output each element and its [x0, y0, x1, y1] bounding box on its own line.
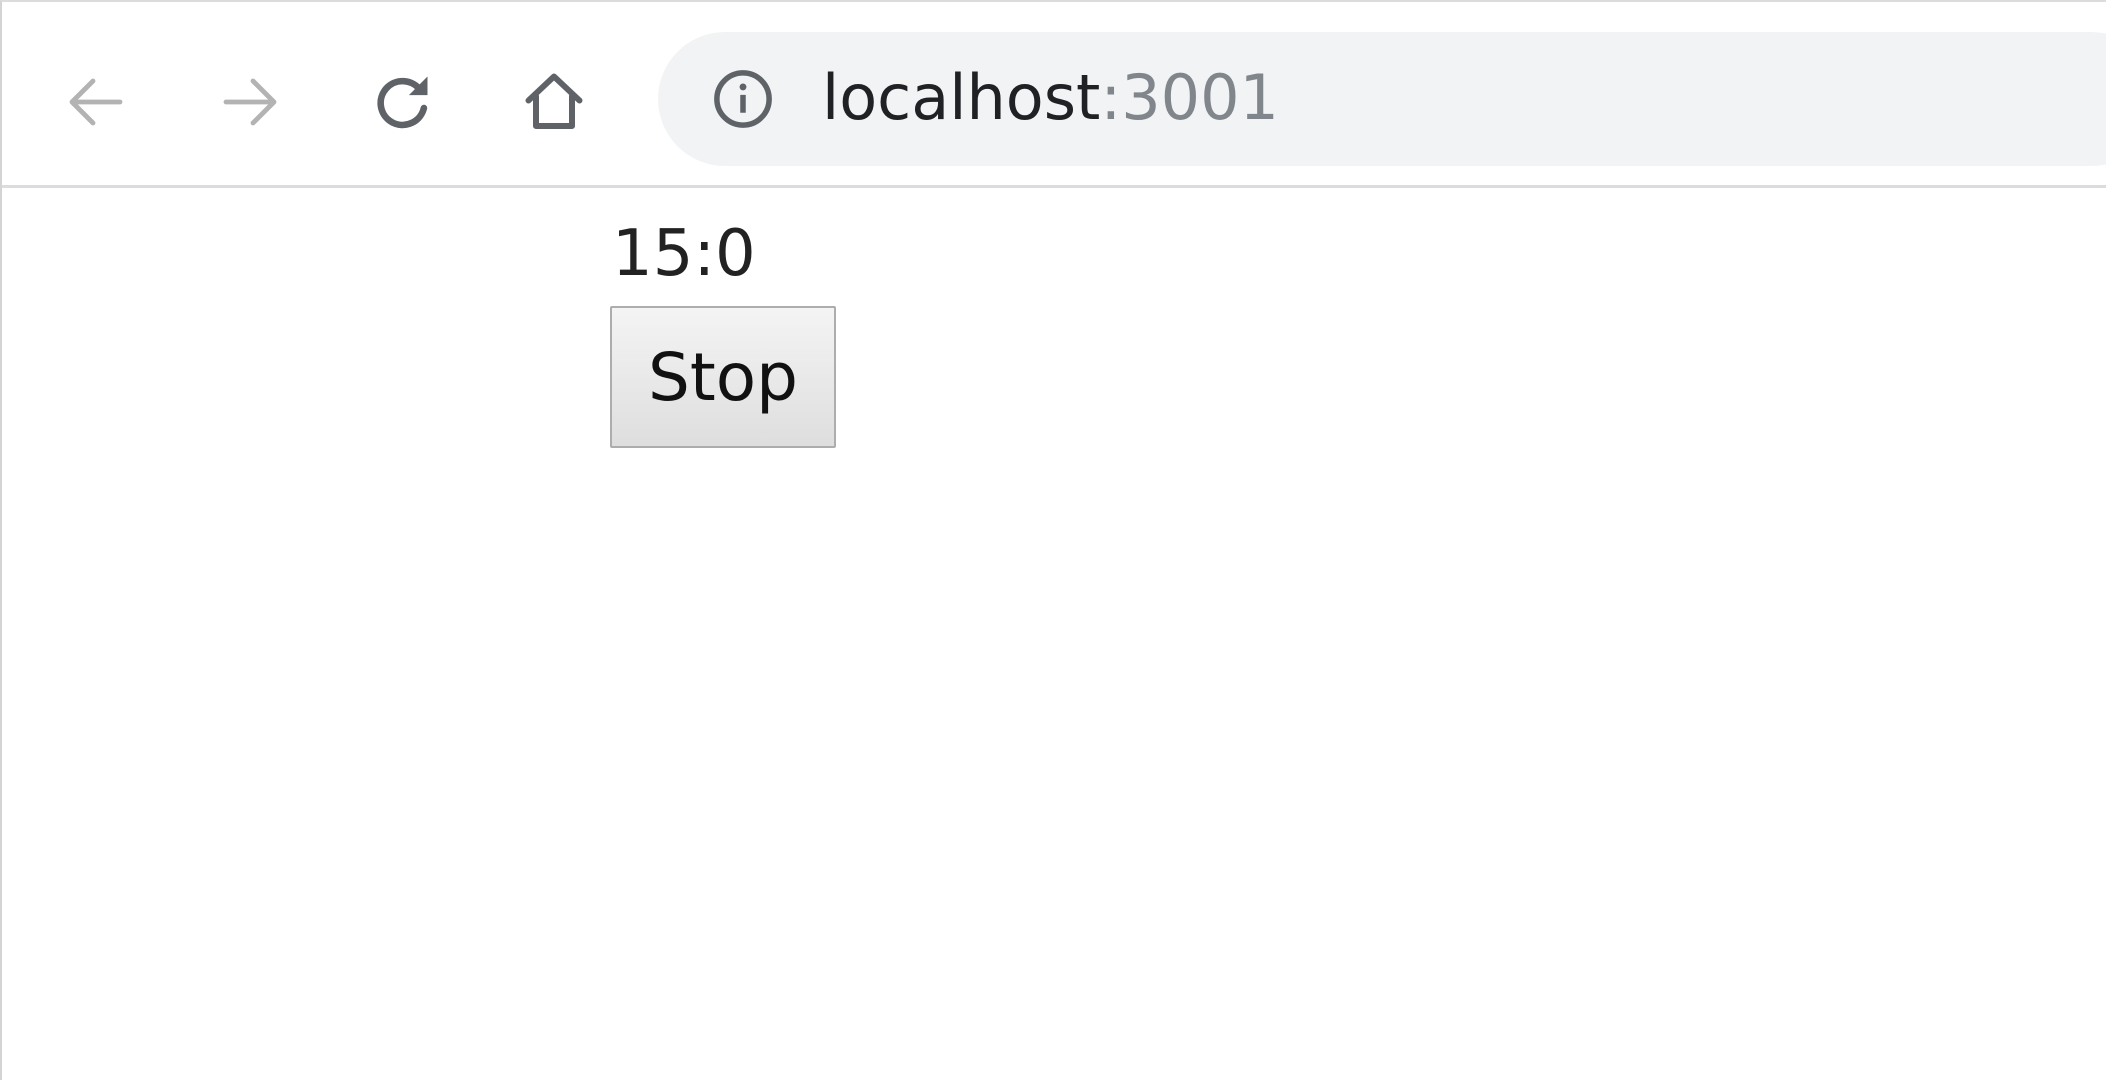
arrow-right-icon	[223, 78, 277, 126]
url-host: localhost	[822, 61, 1101, 134]
browser-toolbar: localhost:3001	[2, 2, 2106, 188]
arrow-left-icon	[69, 78, 123, 126]
browser-window: localhost:3001 15:0 Stop	[0, 0, 2106, 1082]
reload-icon	[377, 76, 428, 129]
home-icon	[525, 73, 583, 129]
stop-button[interactable]: Stop	[610, 306, 836, 448]
forward-button[interactable]	[202, 54, 298, 150]
reload-button[interactable]	[354, 54, 450, 150]
timer-display: 15:0	[612, 217, 756, 291]
back-button[interactable]	[48, 54, 144, 150]
address-bar[interactable]: localhost:3001	[658, 32, 2106, 166]
page-content: 15:0 Stop	[2, 188, 2106, 1082]
home-button[interactable]	[506, 54, 602, 150]
url-port: :3001	[1100, 61, 1279, 134]
info-icon[interactable]	[710, 66, 776, 132]
url-text[interactable]: localhost:3001	[822, 58, 1279, 138]
